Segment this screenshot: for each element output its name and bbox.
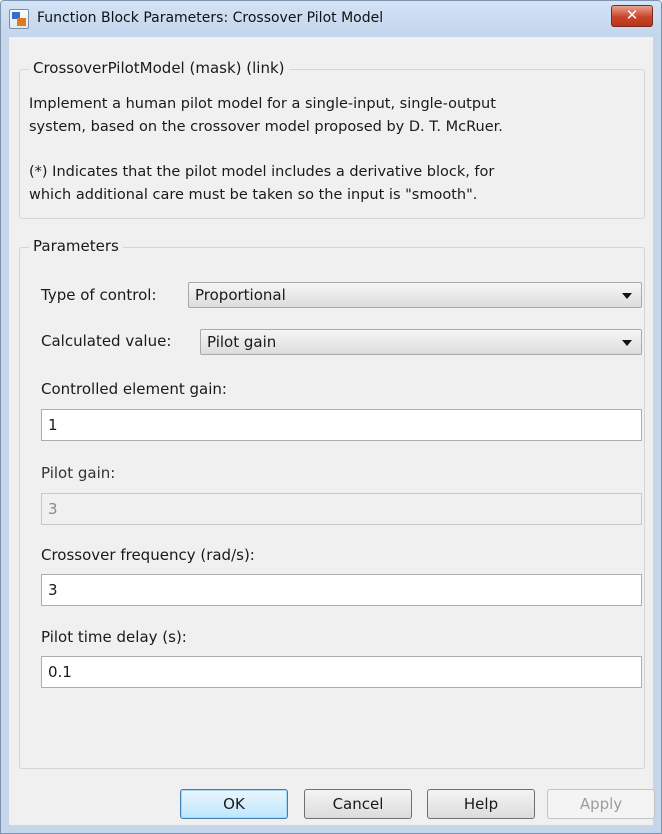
dialog-window: Function Block Parameters: Crossover Pil… <box>0 0 662 834</box>
calculated-value-label: Calculated value: <box>41 332 172 350</box>
pilot-time-delay-input[interactable]: 0.1 <box>41 656 642 688</box>
calculated-value-dropdown[interactable]: Pilot gain <box>200 329 642 355</box>
description-line-4: which additional care must be taken so t… <box>29 187 478 203</box>
help-button[interactable]: Help <box>427 789 535 819</box>
crossover-frequency-label: Crossover frequency (rad/s): <box>41 546 255 564</box>
pilot-gain-label: Pilot gain: <box>41 464 116 482</box>
description-line-2: system, based on the crossover model pro… <box>29 119 503 135</box>
pilot-gain-input: 3 <box>41 493 642 525</box>
mask-group-label: CrossoverPilotModel (mask) (link) <box>29 59 289 77</box>
parameters-group-label: Parameters <box>29 237 123 255</box>
chevron-down-icon <box>622 340 632 346</box>
close-icon: ✕ <box>625 6 639 24</box>
apply-button: Apply <box>547 789 655 819</box>
crossover-frequency-input[interactable]: 3 <box>41 574 642 606</box>
chevron-down-icon <box>622 293 632 299</box>
ok-button[interactable]: OK <box>180 789 288 819</box>
description-line-1: Implement a human pilot model for a sing… <box>29 96 496 112</box>
title-bar[interactable]: Function Block Parameters: Crossover Pil… <box>1 1 661 37</box>
type-of-control-value: Proportional <box>195 286 286 304</box>
pilot-time-delay-label: Pilot time delay (s): <box>41 628 187 646</box>
controlled-element-gain-label: Controlled element gain: <box>41 380 227 398</box>
dialog-body: CrossoverPilotModel (mask) (link) Implem… <box>9 37 655 825</box>
close-button[interactable]: ✕ <box>611 5 653 27</box>
type-of-control-dropdown[interactable]: Proportional <box>188 282 642 308</box>
cancel-button[interactable]: Cancel <box>304 789 412 819</box>
controlled-element-gain-input[interactable]: 1 <box>41 409 642 441</box>
simulink-block-icon <box>9 9 29 29</box>
description-line-3: (*) Indicates that the pilot model inclu… <box>29 164 495 180</box>
type-of-control-label: Type of control: <box>41 286 157 304</box>
window-title: Function Block Parameters: Crossover Pil… <box>37 10 384 26</box>
calculated-value-value: Pilot gain <box>207 333 277 351</box>
